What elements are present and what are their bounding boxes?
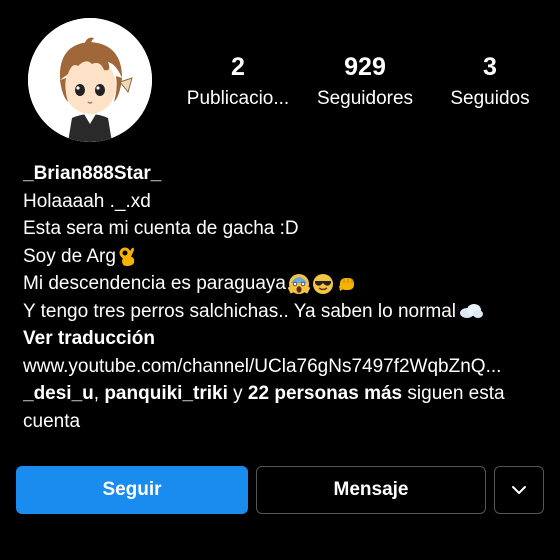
followers-label: Seguidores bbox=[316, 88, 414, 109]
bio-line-5-text: Y tengo tres perros salchichas.. Ya sabe… bbox=[23, 300, 457, 322]
bio-line-3: Soy de Arg bbox=[23, 243, 543, 271]
suggestions-dropdown-button[interactable] bbox=[494, 466, 544, 514]
followed-by-tail-2: cuenta bbox=[23, 410, 81, 432]
follower-user-1[interactable]: _desi_u bbox=[23, 383, 94, 404]
bio-line-1: Holaaaah ._.xd bbox=[23, 190, 151, 212]
stat-posts[interactable]: 2 Publicacio... bbox=[176, 52, 300, 112]
avatar[interactable] bbox=[28, 18, 152, 142]
profile-bio: _Brian888Star_ Holaaaah ._.xd Esta sera … bbox=[23, 160, 543, 435]
bio-line-4: Mi descendencia es paraguaya bbox=[23, 270, 543, 298]
stat-following[interactable]: 3 Seguidos bbox=[434, 52, 546, 112]
followed-by[interactable]: _desi_u, panquiki_triki y 22 personas má… bbox=[23, 380, 543, 408]
stat-followers[interactable]: 929 Seguidores bbox=[306, 52, 424, 112]
message-button[interactable]: Mensaje bbox=[256, 466, 486, 514]
bio-line-5: Y tengo tres perros salchichas.. Ya sabe… bbox=[23, 298, 543, 326]
following-label: Seguidos bbox=[450, 88, 530, 109]
follower-others[interactable]: 22 personas más bbox=[248, 383, 402, 404]
followed-by-and: y bbox=[233, 383, 243, 404]
profile-stats: 2 Publicacio... 929 Seguidores 3 Seguido… bbox=[176, 52, 546, 112]
followed-by-sep: , bbox=[93, 383, 100, 404]
posts-label: Publicacio... bbox=[186, 88, 290, 109]
profile-username: _Brian888Star_ bbox=[23, 163, 162, 184]
posts-count: 2 bbox=[231, 53, 245, 81]
chevron-down-icon bbox=[512, 486, 526, 494]
profile-actions: Seguir Mensaje bbox=[16, 466, 544, 514]
translate-link[interactable]: Ver traducción bbox=[23, 325, 543, 353]
bio-line-3-text: Soy de Arg bbox=[23, 245, 116, 267]
followers-count: 929 bbox=[344, 53, 386, 81]
bio-line-4-text: Mi descendencia es paraguaya bbox=[23, 273, 287, 294]
follow-button[interactable]: Seguir bbox=[16, 466, 248, 514]
website-link[interactable]: www.youtube.com/channel/UCla76gNs7497f2W… bbox=[23, 353, 543, 381]
fist-icon bbox=[336, 273, 358, 295]
bio-line-2: Esta sera mi cuenta de gacha :D bbox=[23, 218, 299, 239]
sunglasses-face-icon bbox=[312, 273, 334, 295]
avatar-image bbox=[28, 18, 152, 142]
followed-by-tail: siguen esta bbox=[407, 383, 505, 404]
following-count: 3 bbox=[483, 53, 497, 81]
profile-header: 2 Publicacio... 929 Seguidores 3 Seguido… bbox=[0, 0, 560, 150]
ok-hand-icon bbox=[118, 245, 138, 267]
screaming-face-icon bbox=[288, 273, 311, 295]
cloud-icon bbox=[458, 302, 484, 320]
follower-user-2[interactable]: panquiki_triki bbox=[104, 383, 228, 404]
